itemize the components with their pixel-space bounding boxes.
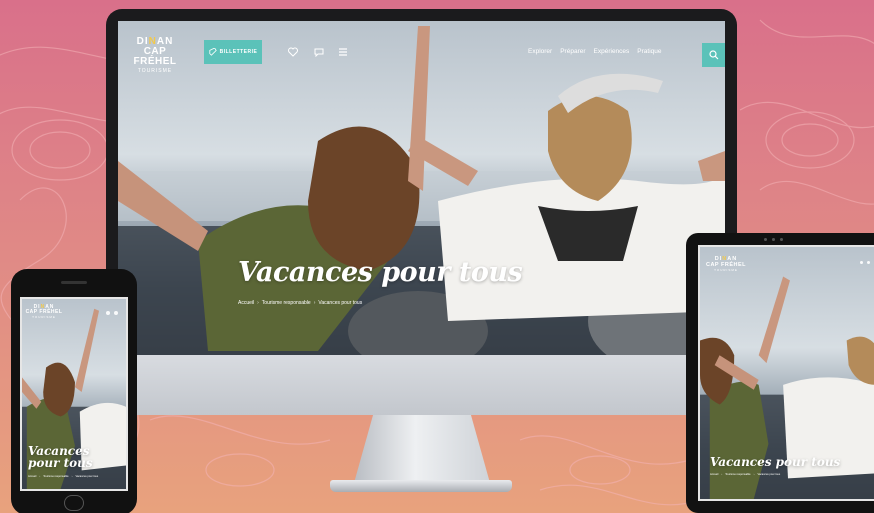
phone-home-button — [64, 495, 84, 511]
tablet-breadcrumb: Accueil › Tourisme responsable › Vacance… — [710, 473, 781, 476]
mobile-site-logo[interactable]: DINAN CAP FRÉHEL TOURISME — [22, 305, 66, 319]
monitor-chin — [106, 355, 737, 415]
mobile-hero-title: Vacances pour tous — [28, 444, 93, 470]
hero-title: Vacances pour tous — [238, 257, 523, 288]
desktop-monitor: DINAN CAP FRÉHEL TOURISME BILLETTERIE Ex… — [106, 9, 737, 415]
breadcrumb-home[interactable]: Accueil — [238, 300, 254, 306]
main-nav: Explorer Préparer Expériences Pratique — [528, 48, 662, 55]
mobile-screen: DINAN CAP FRÉHEL TOURISME Vacances pour … — [20, 297, 128, 491]
tablet-hero-title: Vacances pour tous — [710, 455, 841, 469]
tablet-camera — [764, 238, 783, 241]
search-icon — [708, 50, 718, 60]
hamburger-menu-icon[interactable] — [867, 261, 870, 264]
tablet-site-logo[interactable]: DINAN CAP FRÉHEL TOURISME — [704, 256, 748, 272]
site-logo[interactable]: DINAN CAP FRÉHEL TOURISME — [122, 37, 188, 74]
chat-icon[interactable] — [312, 45, 326, 59]
heart-icon[interactable] — [106, 311, 110, 315]
mobile-breadcrumb: Accueil › Tourisme responsable › Vacance… — [28, 475, 99, 478]
hamburger-menu-icon[interactable] — [114, 311, 118, 315]
nav-item-pratique[interactable]: Pratique — [637, 48, 661, 55]
nav-item-preparer[interactable]: Préparer — [560, 48, 585, 55]
heart-icon[interactable] — [286, 45, 300, 59]
mobile-header-icons — [106, 311, 118, 315]
ticket-icon — [209, 48, 217, 56]
monitor-stand-base — [330, 480, 512, 492]
phone-speaker — [61, 281, 87, 284]
mobile-phone: DINAN CAP FRÉHEL TOURISME Vacances pour … — [11, 269, 137, 513]
site-header: DINAN CAP FRÉHEL TOURISME BILLETTERIE Ex… — [118, 21, 725, 79]
heart-icon[interactable] — [860, 261, 863, 264]
tablet-screen: DINAN CAP FRÉHEL TOURISME Vacances pour … — [698, 245, 874, 501]
breadcrumb: Accueil › Tourisme responsable › Vacance… — [238, 300, 363, 306]
ticketing-button[interactable]: BILLETTERIE — [204, 40, 262, 64]
nav-item-experiences[interactable]: Expériences — [594, 48, 630, 55]
breadcrumb-current: Vacances pour tous — [318, 300, 363, 306]
tablet-header-icons — [860, 261, 870, 264]
tablet: DINAN CAP FRÉHEL TOURISME Vacances pour … — [686, 233, 874, 513]
hamburger-menu-icon[interactable] — [336, 45, 350, 59]
nav-item-explorer[interactable]: Explorer — [528, 48, 552, 55]
breadcrumb-responsible-tourism[interactable]: Tourisme responsable — [262, 300, 311, 306]
desktop-screen: DINAN CAP FRÉHEL TOURISME BILLETTERIE Ex… — [118, 21, 725, 355]
search-button[interactable] — [702, 43, 725, 67]
monitor-stand — [354, 415, 490, 483]
